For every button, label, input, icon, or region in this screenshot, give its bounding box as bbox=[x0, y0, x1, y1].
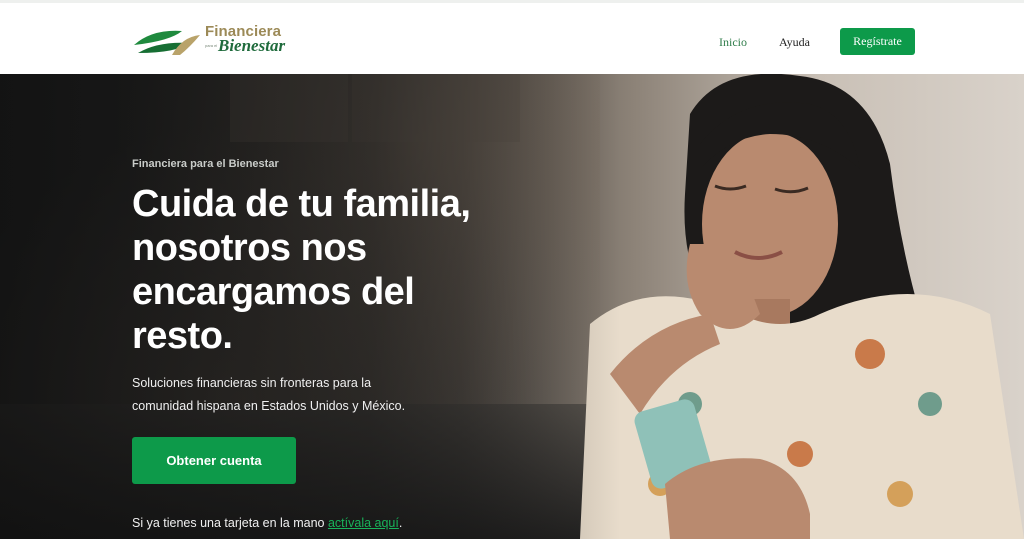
brand-name-small: para el bbox=[205, 43, 218, 48]
brand-logo[interactable]: Financiera para el Bienestar bbox=[132, 23, 302, 59]
get-account-button[interactable]: Obtener cuenta bbox=[132, 437, 296, 484]
activate-suffix: . bbox=[398, 516, 403, 530]
activate-card-link[interactable]: actívala aquí bbox=[328, 516, 399, 530]
register-button[interactable]: Regístrate bbox=[840, 28, 915, 55]
hero-photo-woman bbox=[580, 74, 1024, 539]
nav-help-link[interactable]: Ayuda bbox=[779, 35, 810, 50]
site-header: Financiera para el Bienestar Inicio Ayud… bbox=[0, 0, 1024, 74]
nav-home-link[interactable]: Inicio bbox=[719, 35, 747, 50]
hero-headline: Cuida de tu familia, nosotros nos encarg… bbox=[132, 183, 471, 357]
leaf-logo-icon bbox=[134, 30, 200, 55]
brand-name-line2: Bienestar bbox=[218, 36, 286, 55]
hero-eyebrow: Financiera para el Bienestar bbox=[132, 158, 279, 170]
activate-prefix: Si ya tienes una tarjeta en la mano bbox=[132, 516, 328, 530]
activate-card-text: Si ya tienes una tarjeta en la mano actí… bbox=[132, 516, 402, 530]
hero-subtext: Soluciones financieras sin fronteras par… bbox=[132, 376, 406, 413]
hero-section: Financiera para el Bienestar Cuida de tu… bbox=[0, 74, 1024, 539]
